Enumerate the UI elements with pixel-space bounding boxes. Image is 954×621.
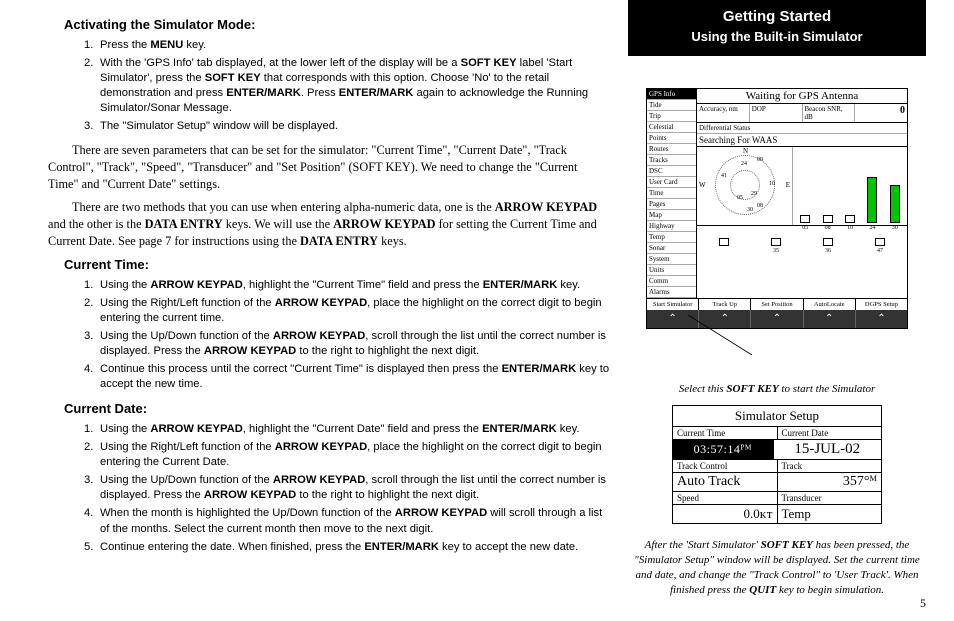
list-item: 3.Using the Up/Down function of the ARRO… bbox=[84, 473, 610, 503]
list-current-date: 1.Using the ARROW KEYPAD, highlight the … bbox=[84, 422, 610, 555]
list-item: 2.Using the Right/Left function of the A… bbox=[84, 296, 610, 326]
signal-bars: 05 08 10 24 30 bbox=[793, 147, 907, 225]
meta-snr-value: 0 bbox=[855, 104, 907, 122]
softkey[interactable]: Track Up bbox=[699, 299, 751, 310]
side-tab[interactable]: Tide bbox=[647, 100, 696, 111]
sim-title: Simulator Setup bbox=[673, 406, 881, 427]
heading-current-time: Current Time: bbox=[64, 256, 610, 274]
sidebar-header: Getting Started Using the Built-in Simul… bbox=[628, 0, 926, 56]
sim-date-value[interactable]: 15-JUL-02 bbox=[774, 440, 882, 459]
side-tab[interactable]: Comm bbox=[647, 276, 696, 287]
side-tab[interactable]: System bbox=[647, 254, 696, 265]
page-number: 5 bbox=[920, 596, 926, 611]
meta-dop: DOP bbox=[750, 104, 803, 122]
side-tab[interactable]: Points bbox=[647, 133, 696, 144]
side-tabs: GPS InfoTideTripCelestialPointsRoutesTra… bbox=[647, 89, 697, 298]
sim-track-value[interactable]: 357°ᴹ bbox=[778, 473, 882, 491]
list-item: 2.Using the Right/Left function of the A… bbox=[84, 440, 610, 470]
signal-bar: 36 bbox=[823, 238, 833, 246]
side-tab[interactable]: Alarms bbox=[647, 287, 696, 298]
side-tab[interactable]: GPS Info bbox=[647, 89, 696, 100]
softkey[interactable]: Start Simulator bbox=[647, 299, 699, 310]
sim-time-value[interactable]: 03:57:14ᴾᴹ bbox=[673, 440, 774, 459]
sim-transducer-value[interactable]: Temp bbox=[778, 505, 882, 523]
side-tab[interactable]: Time bbox=[647, 188, 696, 199]
sky-view: W E N 41 24 09 10 05 29 08 30 bbox=[697, 147, 793, 225]
diff-status-label: Differential Status bbox=[697, 123, 907, 134]
side-tab[interactable]: Sonar bbox=[647, 243, 696, 254]
left-column: Activating the Simulator Mode: 1.Press t… bbox=[0, 0, 628, 621]
sim-trackctl-value[interactable]: Auto Track bbox=[673, 473, 778, 491]
waas-status: Searching For WAAS bbox=[697, 134, 907, 147]
signal-bar bbox=[719, 238, 729, 246]
meta-accuracy: Accuracy, nm bbox=[697, 104, 750, 122]
caret-icon[interactable]: ⌃ bbox=[856, 310, 907, 328]
screenshot-simulator-setup: Simulator Setup Current TimeCurrent Date… bbox=[672, 405, 882, 524]
sim-hdr-trackctl: Track Control bbox=[673, 460, 778, 472]
signal-bar: 08 bbox=[823, 215, 833, 223]
sim-hdr-track: Track bbox=[778, 460, 882, 472]
signal-bar: 10 bbox=[845, 215, 855, 223]
screenshot-gps-info: GPS InfoTideTripCelestialPointsRoutesTra… bbox=[646, 88, 908, 329]
side-tab[interactable]: Tracks bbox=[647, 155, 696, 166]
side-tab[interactable]: Temp bbox=[647, 232, 696, 243]
list-item: 4.Continue this process until the correc… bbox=[84, 362, 610, 392]
softkey[interactable]: Set Position bbox=[751, 299, 803, 310]
side-tab[interactable]: User Card bbox=[647, 177, 696, 188]
list-item: 1.Using the ARROW KEYPAD, highlight the … bbox=[84, 278, 610, 293]
meta-snr-label: Beacon SNR, dB bbox=[803, 104, 856, 122]
sim-hdr-transducer: Transducer bbox=[778, 492, 882, 504]
side-tab[interactable]: Highway bbox=[647, 221, 696, 232]
list-item: 3.Using the Up/Down function of the ARRO… bbox=[84, 329, 610, 359]
signal-bar: 05 bbox=[800, 215, 810, 223]
caption-simulator-setup: After the 'Start Simulator' SOFT KEY has… bbox=[632, 538, 922, 597]
sim-hdr-speed: Speed bbox=[673, 492, 778, 504]
list-item: 5.Continue entering the date. When finis… bbox=[84, 540, 610, 555]
side-tab[interactable]: Units bbox=[647, 265, 696, 276]
heading-current-date: Current Date: bbox=[64, 400, 610, 418]
list-activating: 1.Press the MENU key. 2.With the 'GPS Inf… bbox=[84, 38, 610, 135]
softkeys-row: Start SimulatorTrack UpSet PositionAutoL… bbox=[647, 298, 907, 310]
list-item: 3.The "Simulator Setup" window will be d… bbox=[84, 119, 610, 134]
para-two-methods: There are two methods that you can use w… bbox=[48, 199, 610, 250]
softkey[interactable]: DGPS Setup bbox=[856, 299, 907, 310]
signal-bar: 35 bbox=[771, 238, 781, 246]
list-item: 1.Using the ARROW KEYPAD, highlight the … bbox=[84, 422, 610, 437]
side-tab[interactable]: Trip bbox=[647, 111, 696, 122]
list-current-time: 1.Using the ARROW KEYPAD, highlight the … bbox=[84, 278, 610, 393]
signal-bar: 30 bbox=[890, 185, 900, 223]
side-tab[interactable]: Celestial bbox=[647, 122, 696, 133]
side-tab[interactable]: Routes bbox=[647, 144, 696, 155]
side-tab[interactable]: DSC bbox=[647, 166, 696, 177]
list-item: 1.Press the MENU key. bbox=[84, 38, 610, 53]
sim-hdr-date: Current Date bbox=[778, 427, 882, 439]
side-tab[interactable]: Map bbox=[647, 210, 696, 221]
sidebar-title: Getting Started bbox=[638, 8, 916, 25]
list-item: 4.When the month is highlighted the Up/D… bbox=[84, 506, 610, 536]
right-column: Getting Started Using the Built-in Simul… bbox=[628, 0, 954, 621]
softkey[interactable]: AutoLocate bbox=[804, 299, 856, 310]
sidebar-subtitle: Using the Built-in Simulator bbox=[638, 29, 916, 44]
sim-speed-value[interactable]: 0.0ᴋᴛ bbox=[673, 505, 778, 523]
list-item: 2.With the 'GPS Info' tab displayed, at … bbox=[84, 56, 610, 116]
sim-hdr-time: Current Time bbox=[673, 427, 778, 439]
caret-icon[interactable]: ⌃ bbox=[804, 310, 856, 328]
gps-title: Waiting for GPS Antenna bbox=[697, 89, 907, 104]
caption-softkey: Select this SOFT KEY to start the Simula… bbox=[628, 383, 926, 395]
heading-activating: Activating the Simulator Mode: bbox=[64, 16, 610, 34]
signal-bar: 47 bbox=[875, 238, 885, 246]
callout-line bbox=[628, 329, 926, 381]
para-seven-params: There are seven parameters that can be s… bbox=[48, 142, 610, 193]
signal-bar: 24 bbox=[867, 177, 877, 223]
side-tab[interactable]: Pages bbox=[647, 199, 696, 210]
